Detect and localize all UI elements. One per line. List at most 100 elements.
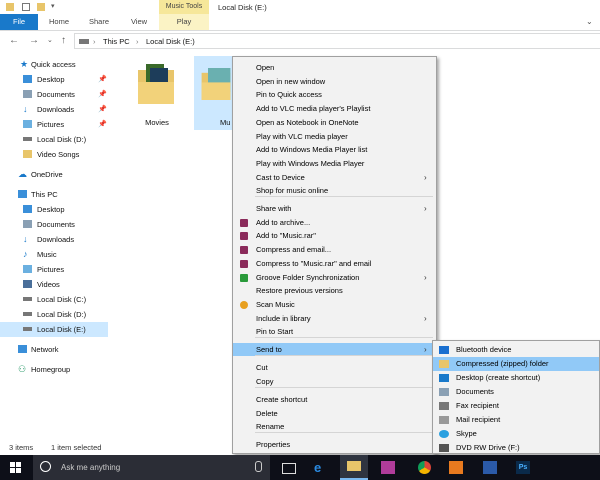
properties-icon[interactable] — [22, 3, 30, 11]
desktop-icon — [23, 205, 32, 213]
nav-pc-downloads[interactable]: ↓ Downloads — [0, 232, 108, 247]
context-menu-item-restore-previous-versions[interactable]: Restore previous versions — [233, 284, 436, 297]
menu-item-label: Play with Windows Media Player — [256, 158, 365, 168]
dvd-drive-icon — [439, 444, 449, 452]
folder-item-music-selected[interactable]: Mu — [194, 56, 232, 130]
context-menu-item-delete[interactable]: Delete — [233, 407, 436, 420]
nav-pc-documents[interactable]: Documents — [0, 217, 108, 232]
context-menu-item-add-to-archive[interactable]: Add to archive... — [233, 216, 436, 229]
menu-item-label: Properties — [256, 440, 291, 449]
file-explorer-taskbar-button[interactable] — [340, 455, 368, 480]
context-menu-item-create-shortcut[interactable]: Create shortcut — [233, 393, 436, 406]
up-arrow-icon[interactable]: ↑ — [61, 36, 66, 46]
documents-icon — [439, 388, 449, 396]
send-to-item-compressed-zipped-folder[interactable]: Compressed (zipped) folder — [433, 357, 599, 371]
nav-qa-downloads[interactable]: ↓ Downloads 📌 — [0, 102, 108, 117]
skype-icon — [439, 430, 449, 438]
pin-icon: 📌 — [98, 106, 107, 113]
expand-ribbon-icon[interactable]: ⌄ — [586, 17, 593, 26]
windows-start-icon[interactable] — [10, 462, 22, 474]
menu-item-label: Add to Windows Media Player list — [256, 145, 368, 155]
menu-item-label: Cut — [256, 363, 268, 372]
tab-file[interactable]: File — [0, 14, 38, 30]
context-menu-item-play-with-vlc-media-player[interactable]: Play with VLC media player — [233, 130, 436, 143]
nav-qa-pictures[interactable]: Pictures 📌 — [0, 117, 108, 132]
tab-view[interactable]: View — [122, 14, 156, 30]
nav-qa-desktop[interactable]: Desktop 📌 — [0, 72, 108, 87]
context-menu-item-open-in-new-window[interactable]: Open in new window — [233, 75, 436, 88]
menu-item-label: Compress and email... — [256, 245, 332, 255]
send-to-item-mail-recipient[interactable]: Mail recipient — [433, 413, 599, 427]
context-menu-item-cut[interactable]: Cut — [233, 361, 436, 374]
nav-pc-local-disk-e[interactable]: Local Disk (E:) — [0, 322, 108, 337]
nav-network[interactable]: Network — [0, 342, 108, 357]
context-menu-item-open-as-notebook-in-onenote[interactable]: Open as Notebook in OneNote — [233, 116, 436, 129]
context-menu-item-cast-to-device[interactable]: Cast to Device › — [233, 171, 436, 184]
context-menu-item-share-with[interactable]: Share with › — [233, 202, 436, 215]
nav-pc-videos[interactable]: Videos — [0, 277, 108, 292]
nav-pc-pictures[interactable]: Pictures — [0, 262, 108, 277]
folder-item-movies[interactable]: Movies — [132, 58, 182, 130]
search-box[interactable]: Ask me anything — [33, 455, 270, 480]
nav-pc-music[interactable]: ♪ Music — [0, 247, 108, 262]
send-to-item-desktop-create-shortcut[interactable]: Desktop (create shortcut) — [433, 371, 599, 385]
tab-home[interactable]: Home — [42, 14, 76, 30]
context-menu-item-play-with-windows-media-player[interactable]: Play with Windows Media Player — [233, 157, 436, 170]
menu-item-label: Copy — [256, 376, 274, 386]
send-to-item-skype[interactable]: Skype — [433, 427, 599, 441]
zip-folder-icon — [439, 360, 449, 368]
photoshop-icon[interactable]: Ps — [516, 461, 530, 474]
chevron-down-icon[interactable]: ▾ — [51, 3, 59, 11]
nav-this-pc[interactable]: This PC — [0, 187, 108, 202]
chrome-icon[interactable] — [418, 461, 431, 474]
vlc-icon[interactable] — [449, 461, 463, 474]
nav-qa-documents[interactable]: Documents 📌 — [0, 87, 108, 102]
recent-dropdown-icon[interactable]: ⌄ — [47, 36, 53, 46]
context-menu-item-add-to-music-rar[interactable]: Add to "Music.rar" — [233, 229, 436, 242]
nav-pc-local-disk-d[interactable]: Local Disk (D:) — [0, 307, 108, 322]
context-menu-item-include-in-library[interactable]: Include in library › — [233, 312, 436, 325]
context-menu-item-scan-music[interactable]: Scan Music — [233, 298, 436, 311]
nav-qa-video-songs[interactable]: Video Songs — [0, 147, 108, 162]
context-menu-item-copy[interactable]: Copy — [233, 375, 436, 388]
tab-play[interactable]: Play — [159, 14, 209, 30]
download-icon: ↓ — [23, 234, 28, 244]
nav-onedrive[interactable]: ☁ OneDrive — [0, 167, 108, 182]
nav-pc-local-disk-c[interactable]: Local Disk (C:) — [0, 292, 108, 307]
edge-icon[interactable]: e — [314, 460, 321, 475]
context-menu-item-open[interactable]: Open — [233, 61, 436, 74]
menu-item-label: Add to "Music.rar" — [256, 231, 316, 241]
tab-share[interactable]: Share — [82, 14, 116, 30]
microphone-icon[interactable] — [255, 461, 262, 472]
breadcrumb-this-pc[interactable]: This PC — [103, 37, 130, 46]
store-icon[interactable] — [381, 461, 395, 474]
context-menu-item-groove-folder-synchronization[interactable]: Groove Folder Synchronization › — [233, 271, 436, 284]
menu-item-label: Open as Notebook in OneNote — [256, 117, 359, 127]
context-menu-item-add-to-vlc-media-player-s-playlist[interactable]: Add to VLC media player's Playlist — [233, 102, 436, 115]
nav-homegroup[interactable]: ⚇ Homegroup — [0, 362, 108, 377]
desktop-icon — [439, 374, 449, 382]
send-to-item-bluetooth-device[interactable]: Bluetooth device — [433, 343, 599, 357]
word-icon[interactable] — [483, 461, 497, 474]
context-menu-item-compress-and-email[interactable]: Compress and email... — [233, 243, 436, 256]
task-view-icon[interactable] — [282, 463, 296, 474]
menu-item-label: Documents — [456, 387, 494, 396]
back-arrow-icon[interactable]: ← — [9, 36, 19, 46]
breadcrumb-local-disk-e[interactable]: Local Disk (E:) — [146, 37, 195, 46]
window-title: Local Disk (E:) — [218, 3, 267, 12]
nav-pc-desktop[interactable]: Desktop — [0, 202, 108, 217]
menu-separator — [255, 337, 433, 338]
nav-qa-local-disk-d[interactable]: Local Disk (D:) — [0, 132, 108, 147]
context-menu-item-add-to-windows-media-player-list[interactable]: Add to Windows Media Player list — [233, 143, 436, 156]
context-menu-item-compress-to-music-rar-and-email[interactable]: Compress to "Music.rar" and email — [233, 257, 436, 270]
context-menu-item-pin-to-quick-access[interactable]: Pin to Quick access — [233, 88, 436, 101]
send-to-item-fax-recipient[interactable]: Fax recipient — [433, 399, 599, 413]
new-folder-icon[interactable] — [37, 3, 45, 11]
folder-icon[interactable] — [6, 3, 14, 11]
context-menu-item-properties[interactable]: Properties — [233, 438, 436, 451]
address-bar[interactable]: › This PC › Local Disk (E:) — [74, 33, 600, 49]
nav-quick-access[interactable]: ★ Quick access — [0, 57, 108, 72]
send-to-item-documents[interactable]: Documents — [433, 385, 599, 399]
forward-arrow-icon[interactable]: → — [29, 36, 39, 46]
send-to-item-dvd-rw-drive-f[interactable]: DVD RW Drive (F:) — [433, 441, 599, 455]
